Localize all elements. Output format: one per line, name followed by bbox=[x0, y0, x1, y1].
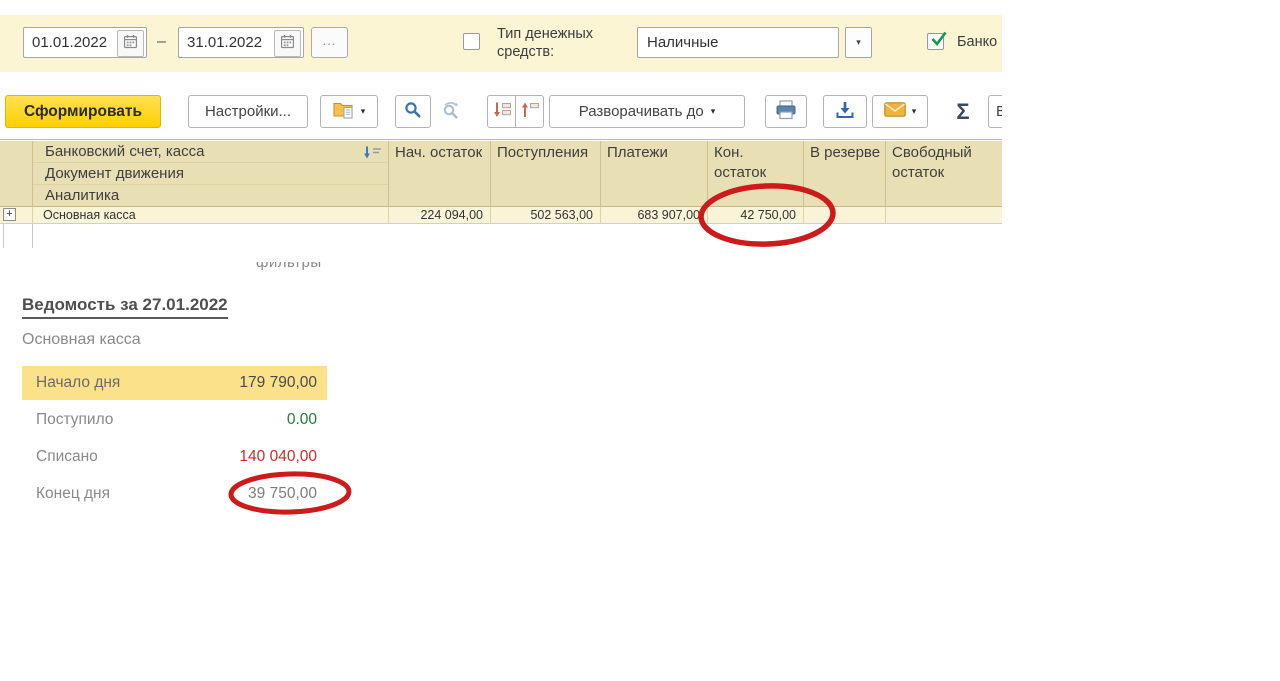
expand-to-button[interactable]: Разворачивать до ▾ bbox=[549, 95, 745, 128]
received-value: 0.00 bbox=[287, 411, 317, 429]
report-table: Банковский счет, касса Документ движения… bbox=[0, 139, 1002, 248]
date-from-value: 01.01.2022 bbox=[32, 34, 107, 51]
statement-row-received: Поступило 0.00 bbox=[22, 403, 327, 437]
bank-checkbox-label: Банко bbox=[957, 34, 997, 52]
date-from-calendar-button[interactable] bbox=[117, 30, 144, 57]
bank-checkbox[interactable] bbox=[927, 33, 944, 50]
header-analytics[interactable]: Аналитика bbox=[33, 185, 388, 207]
chevron-down-icon: ▾ bbox=[711, 106, 716, 117]
check-icon bbox=[929, 29, 949, 54]
search-icon bbox=[404, 101, 422, 123]
envelope-icon bbox=[884, 102, 906, 121]
clipped-filters-text: фильтры bbox=[256, 262, 346, 275]
settings-button[interactable]: Настройки... bbox=[188, 95, 308, 128]
date-to-field[interactable]: 31.01.2022 bbox=[178, 27, 304, 58]
toolbar: Сформировать Настройки... ▾ bbox=[0, 95, 1002, 128]
expand-rows-button[interactable] bbox=[515, 95, 544, 128]
empty-row-border-left bbox=[3, 224, 4, 248]
statement-row-written-off: Списано 140 040,00 bbox=[22, 440, 327, 474]
header-bank-account[interactable]: Банковский счет, касса bbox=[33, 141, 388, 163]
header-closing-balance[interactable]: Кон. остаток bbox=[707, 141, 803, 207]
statement-row-day-end: Конец дня 39 750,00 bbox=[22, 477, 327, 511]
table-row-main-cashbox[interactable]: + Основная касса 224 094,00 502 563,00 6… bbox=[0, 207, 1002, 224]
cell-closing-balance: 42 750,00 bbox=[707, 207, 803, 223]
totals-button[interactable]: Σ bbox=[944, 95, 982, 128]
clipped-right-button-label: В bbox=[996, 103, 1002, 120]
cell-receipts: 502 563,00 bbox=[490, 207, 600, 223]
print-button[interactable] bbox=[765, 95, 807, 128]
written-off-value: 140 040,00 bbox=[239, 448, 317, 466]
statement-subtitle: Основная касса bbox=[22, 331, 141, 349]
report-variants-button[interactable]: ▾ bbox=[320, 95, 378, 128]
date-range-dash: – bbox=[157, 33, 166, 51]
cash-type-select[interactable]: Наличные bbox=[637, 27, 839, 58]
collapse-rows-button[interactable] bbox=[487, 95, 516, 128]
report-table-header: Банковский счет, касса Документ движения… bbox=[0, 141, 1002, 207]
expand-to-label: Разворачивать до bbox=[579, 103, 704, 120]
cell-account-name: Основная касса bbox=[32, 207, 388, 223]
cancel-search-icon bbox=[441, 101, 461, 123]
cell-free-balance bbox=[885, 207, 1002, 223]
day-start-value: 179 790,00 bbox=[239, 374, 317, 392]
download-icon bbox=[835, 100, 855, 124]
statement-title: Ведомость за 27.01.2022 bbox=[22, 295, 228, 319]
header-movement-document[interactable]: Документ движения bbox=[33, 163, 388, 185]
cancel-search-button[interactable] bbox=[433, 95, 469, 128]
header-receipts[interactable]: Поступления bbox=[490, 141, 600, 207]
collapse-arrow-icon bbox=[492, 101, 512, 123]
printer-icon bbox=[775, 100, 797, 124]
cell-payments: 683 907,00 bbox=[600, 207, 707, 223]
cell-reserved bbox=[803, 207, 885, 223]
cash-type-checkbox[interactable] bbox=[463, 33, 480, 50]
calendar-icon bbox=[123, 34, 138, 54]
header-group-col1: Банковский счет, касса Документ движения… bbox=[32, 141, 388, 207]
folder-document-icon bbox=[333, 100, 355, 123]
save-button[interactable] bbox=[823, 95, 867, 128]
send-mail-button[interactable]: ▾ bbox=[872, 95, 928, 128]
report-window: 01.01.2022 – 31.01.2022 ... Тип денежных… bbox=[0, 0, 1280, 681]
chevron-down-icon: ▾ bbox=[912, 106, 917, 117]
header-reserved[interactable]: В резерве bbox=[803, 141, 885, 207]
calendar-icon bbox=[280, 34, 295, 54]
header-payments[interactable]: Платежи bbox=[600, 141, 707, 207]
header-free-balance[interactable]: Свободный остаток bbox=[885, 141, 1002, 207]
chevron-down-icon: ▾ bbox=[856, 37, 861, 48]
day-end-value: 39 750,00 bbox=[248, 485, 317, 503]
date-to-calendar-button[interactable] bbox=[274, 30, 301, 57]
filter-bar: 01.01.2022 – 31.01.2022 ... Тип денежных… bbox=[0, 15, 1002, 72]
sigma-icon: Σ bbox=[956, 99, 969, 125]
date-from-field[interactable]: 01.01.2022 bbox=[23, 27, 147, 58]
cell-opening-balance: 224 094,00 bbox=[388, 207, 490, 223]
statement-rows: Начало дня 179 790,00 Поступило 0.00 Спи… bbox=[22, 366, 327, 514]
cash-type-label: Тип денежных средств: bbox=[497, 26, 619, 61]
chevron-down-icon: ▾ bbox=[361, 106, 366, 117]
period-more-button[interactable]: ... bbox=[311, 27, 348, 58]
row-expander-button[interactable]: + bbox=[3, 208, 16, 221]
statement-row-day-start: Начало дня 179 790,00 bbox=[22, 366, 327, 400]
cash-type-selected-value: Наличные bbox=[647, 34, 719, 51]
expand-arrow-icon bbox=[520, 101, 540, 123]
header-opening-balance[interactable]: Нач. остаток bbox=[388, 141, 490, 207]
cash-type-select-arrow-button[interactable]: ▾ bbox=[845, 27, 872, 58]
generate-button[interactable]: Сформировать bbox=[5, 95, 161, 128]
search-button[interactable] bbox=[395, 95, 431, 128]
clipped-right-button[interactable]: В bbox=[988, 95, 1002, 128]
date-to-value: 31.01.2022 bbox=[187, 34, 262, 51]
empty-row-border-col bbox=[32, 224, 33, 248]
